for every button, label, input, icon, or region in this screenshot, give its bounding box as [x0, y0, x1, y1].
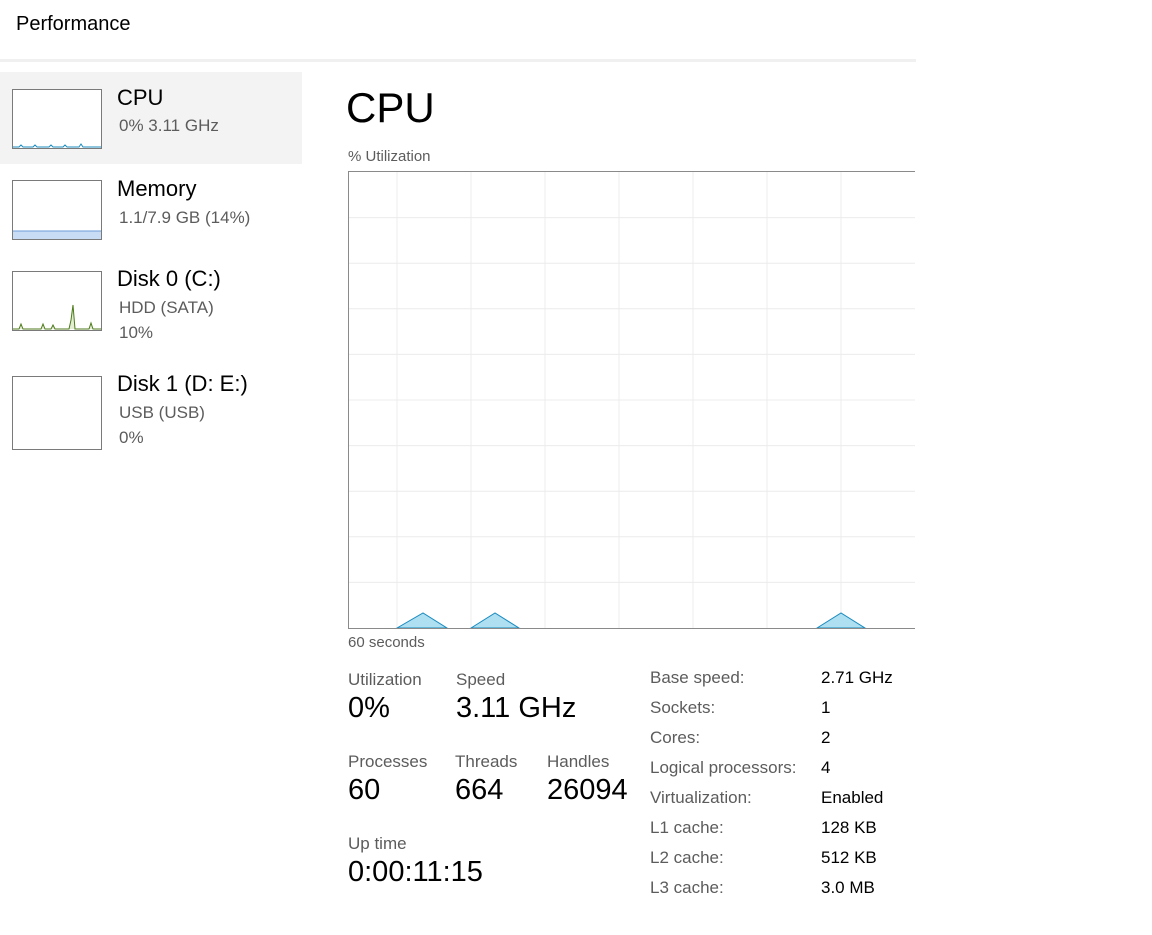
stat-label: Handles — [547, 752, 610, 771]
spec-value: 512 KB — [821, 848, 877, 867]
task-manager-performance: Performance CPU 0% 3.11 GHz Memory 1.1/7… — [0, 0, 1152, 935]
spec-row-logical-processors: Logical processors: 4 — [650, 758, 910, 788]
disk-0-thumbnail-graph — [12, 271, 102, 331]
sidebar-item-cpu[interactable]: CPU 0% 3.11 GHz — [0, 72, 302, 164]
sidebar-item-title: Disk 0 (C:) — [117, 266, 221, 291]
stat-value: 0:00:11:15 — [348, 856, 483, 888]
stat-value: 60 — [348, 774, 381, 806]
sidebar-item-disk-1[interactable]: Disk 1 (D: E:) USB (USB) 0% — [0, 360, 302, 464]
sidebar-item-subtitle: USB (USB) — [119, 403, 205, 422]
cpu-utilization-graph-svg — [349, 172, 915, 628]
spec-value: 4 — [821, 758, 831, 777]
stat-handles: Handles 26094 — [547, 752, 628, 807]
cpu-thumbnail-graph — [12, 89, 102, 149]
sidebar-item-disk-0[interactable]: Disk 0 (C:) HDD (SATA) 10% — [0, 256, 302, 360]
graph-gridlines — [349, 172, 915, 628]
stat-label: Threads — [455, 752, 518, 771]
cpu-detail-panel: CPU % Utilization 60 seconds Utilization… — [302, 60, 916, 935]
sidebar-item-title: CPU — [117, 85, 164, 110]
stat-label: Processes — [348, 752, 428, 771]
sidebar-item-title: Disk 1 (D: E:) — [117, 371, 248, 396]
stat-label: Speed — [456, 670, 506, 689]
stat-uptime: Up time 0:00:11:15 — [348, 834, 483, 889]
stat-value: 0% — [348, 692, 390, 724]
stat-value: 26094 — [547, 774, 628, 806]
page-title: Performance — [16, 13, 131, 35]
sidebar-item-subtitle: 0% 3.11 GHz — [119, 116, 219, 135]
sidebar-item-detail: 0% — [119, 428, 144, 447]
spec-key: Sockets: — [650, 698, 716, 717]
cpu-activity-spike — [470, 612, 520, 628]
spec-value: Enabled — [821, 788, 884, 807]
spec-value: 1 — [821, 698, 831, 717]
stat-value: 3.11 GHz — [456, 692, 577, 724]
spec-key: Virtualization: — [650, 788, 752, 807]
spec-key: Base speed: — [650, 668, 745, 687]
cpu-activity-spike — [395, 612, 448, 628]
stat-speed: Speed 3.11 GHz — [456, 670, 576, 725]
header: Performance — [0, 0, 916, 62]
spec-value: 2.71 GHz — [821, 668, 893, 687]
stat-processes: Processes 60 — [348, 752, 427, 807]
stat-threads: Threads 664 — [455, 752, 517, 807]
cpu-activity-spike — [816, 612, 866, 628]
stat-label: Utilization — [348, 670, 422, 689]
sidebar-item-subtitle: 1.1/7.9 GB (14%) — [119, 208, 251, 227]
memory-thumbnail-graph — [12, 180, 102, 240]
sidebar-item-subtitle: HDD (SATA) — [119, 298, 214, 317]
sidebar-item-detail: 10% — [119, 323, 154, 342]
resource-title: CPU — [346, 84, 435, 131]
spec-key: Logical processors: — [650, 758, 797, 777]
spec-key: L3 cache: — [650, 878, 724, 897]
disk-1-thumbnail-graph — [12, 376, 102, 450]
sidebar-item-title: Memory — [117, 176, 197, 201]
sidebar-item-memory[interactable]: Memory 1.1/7.9 GB (14%) — [0, 164, 302, 256]
spec-value: 128 KB — [821, 818, 877, 837]
spec-row-virtualization: Virtualization: Enabled — [650, 788, 910, 818]
stat-utilization: Utilization 0% — [348, 670, 422, 725]
spec-key: L1 cache: — [650, 818, 724, 837]
stat-label: Up time — [348, 834, 407, 853]
spec-row-cores: Cores: 2 — [650, 728, 910, 758]
spec-row-l1-cache: L1 cache: 128 KB — [650, 818, 910, 848]
cpu-utilization-graph — [348, 171, 915, 629]
spec-row-l3-cache: L3 cache: 3.0 MB — [650, 878, 910, 908]
spec-row-l2-cache: L2 cache: 512 KB — [650, 848, 910, 878]
spec-key: Cores: — [650, 728, 701, 747]
stat-value: 664 — [455, 774, 504, 806]
spec-row-base-speed: Base speed: 2.71 GHz — [650, 668, 910, 698]
utilization-axis-label: % Utilization — [348, 148, 431, 165]
spec-key: L2 cache: — [650, 848, 724, 867]
time-axis-label: 60 seconds — [348, 634, 425, 651]
spec-value: 2 — [821, 728, 831, 747]
spec-value: 3.0 MB — [821, 878, 875, 897]
spec-row-sockets: Sockets: 1 — [650, 698, 910, 728]
